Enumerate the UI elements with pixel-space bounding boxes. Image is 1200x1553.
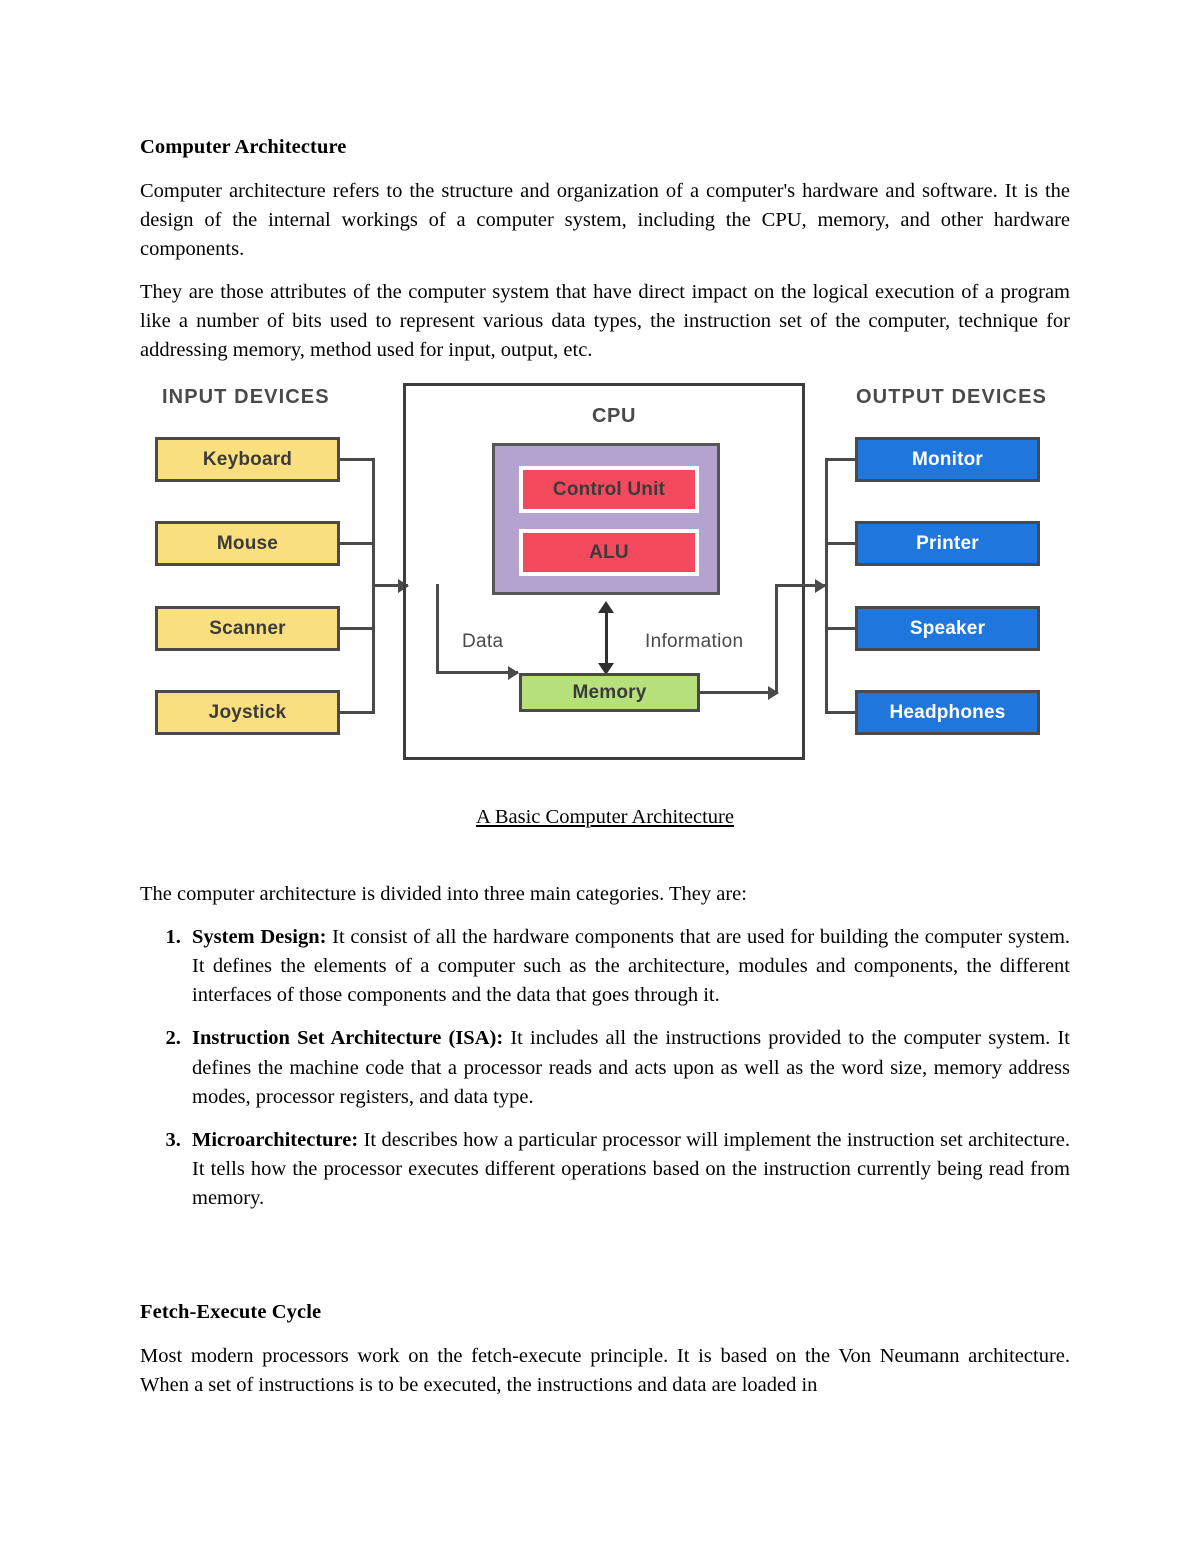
input-device-label: Scanner	[209, 617, 286, 639]
flow-label-data: Data	[462, 631, 504, 652]
input-device-mouse: Mouse	[155, 521, 340, 566]
list-item: Microarchitecture: It describes how a pa…	[186, 1126, 1070, 1213]
list-item: System Design: It consist of all the har…	[186, 923, 1070, 1010]
information-path-horizontal	[700, 691, 778, 694]
input-device-keyboard: Keyboard	[155, 437, 340, 482]
output-device-label: Speaker	[909, 617, 986, 639]
computer-architecture-diagram: INPUT DEVICES OUTPUT DEVICES Keyboard Mo…	[140, 375, 1070, 775]
input-device-label: Joystick	[208, 701, 287, 723]
cpu-memory-link	[605, 611, 608, 667]
information-path-vertical	[775, 584, 778, 694]
output-device-printer: Printer	[855, 521, 1040, 566]
connector-monitor	[825, 458, 858, 461]
input-device-scanner: Scanner	[155, 606, 340, 651]
category-term: Microarchitecture:	[192, 1128, 359, 1151]
data-path-horizontal	[436, 671, 518, 674]
cpu-core-box: Control Unit ALU	[492, 443, 720, 595]
output-device-speaker: Speaker	[855, 606, 1040, 651]
output-device-monitor: Monitor	[855, 437, 1040, 482]
intro-paragraph-1: Computer architecture refers to the stru…	[140, 179, 1070, 260]
figure-caption: A Basic Computer Architecture	[476, 806, 734, 828]
connector-speaker	[825, 627, 858, 630]
output-bus	[825, 458, 828, 714]
section-heading-fetch-execute: Fetch-Execute Cycle	[140, 1301, 322, 1323]
data-path-vertical	[436, 584, 439, 674]
page-title: Computer Architecture	[140, 136, 347, 158]
connector-joystick	[340, 711, 375, 714]
intro-paragraph-2: They are those attributes of the compute…	[140, 280, 1070, 362]
connector-scanner	[340, 627, 375, 630]
fetch-execute-section: Fetch-Execute Cycle Most modern processo…	[140, 1300, 1070, 1414]
input-device-joystick: Joystick	[155, 690, 340, 735]
output-device-label: Headphones	[889, 701, 1006, 723]
list-item: Instruction Set Architecture (ISA): It i…	[186, 1024, 1070, 1111]
output-device-label: Printer	[916, 532, 979, 554]
document-page: Computer Architecture Computer architect…	[0, 0, 1200, 1553]
output-devices-title: OUTPUT DEVICES	[856, 386, 1047, 408]
category-term: System Design:	[192, 926, 327, 949]
cpu-unit-alu: ALU	[519, 529, 699, 576]
categories-section: The computer architecture is divided int…	[140, 880, 1070, 1227]
connector-headphones	[825, 711, 858, 714]
cpu-unit-label: Control Unit	[552, 478, 666, 500]
input-device-label: Mouse	[216, 532, 279, 554]
connector-mouse	[340, 542, 375, 545]
fetch-execute-paragraph: Most modern processors work on the fetch…	[140, 1344, 1070, 1396]
cpu-label: CPU	[592, 405, 637, 427]
output-device-label: Monitor	[911, 448, 984, 470]
figure-caption-wrap: A Basic Computer Architecture	[140, 803, 1070, 832]
categories-list: System Design: It consist of all the har…	[140, 923, 1070, 1213]
category-term: Instruction Set Architecture (ISA):	[192, 1027, 504, 1050]
memory-box: Memory	[519, 673, 700, 712]
input-device-label: Keyboard	[202, 448, 293, 470]
cpu-unit-control-unit: Control Unit	[519, 466, 699, 513]
list-intro: The computer architecture is divided int…	[140, 883, 747, 905]
memory-label: Memory	[572, 681, 647, 703]
flow-label-information: Information	[645, 631, 744, 652]
input-devices-title: INPUT DEVICES	[162, 386, 330, 408]
data-into-memory-arrow-icon	[508, 666, 519, 680]
output-device-headphones: Headphones	[855, 690, 1040, 735]
connector-keyboard	[340, 458, 375, 461]
connector-printer	[825, 542, 858, 545]
cpu-unit-label: ALU	[589, 541, 629, 563]
document-body: Computer Architecture Computer architect…	[140, 135, 1070, 379]
